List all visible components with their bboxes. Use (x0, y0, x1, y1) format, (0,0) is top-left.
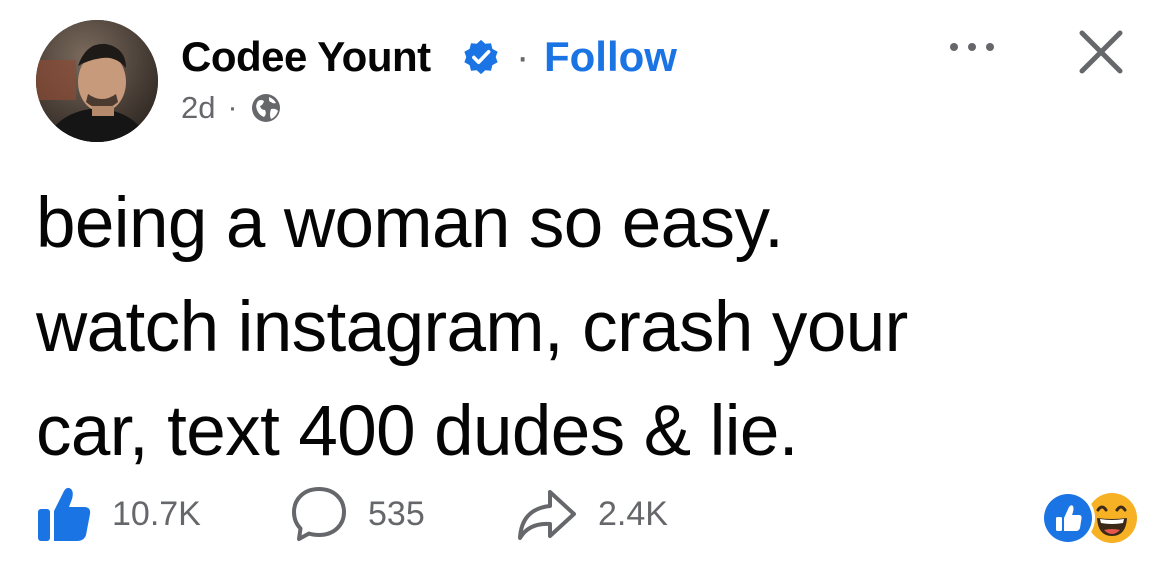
comments-count: 535 (368, 494, 425, 533)
post-text-line: watch instagram, crash your (36, 288, 908, 367)
avatar[interactable] (36, 20, 158, 142)
meta-separator: · (227, 91, 238, 124)
post-meta: 2d · (181, 88, 283, 128)
post-age[interactable]: 2d (181, 90, 215, 126)
comment-button[interactable]: 535 (290, 484, 425, 544)
like-reaction-icon (1041, 491, 1095, 545)
post-text-line: being a woman so easy. (36, 184, 784, 263)
share-button[interactable]: 2.4K (516, 484, 668, 544)
shares-count: 2.4K (598, 494, 668, 533)
verified-badge-icon (464, 39, 498, 75)
author-name[interactable]: Codee Yount (181, 33, 431, 81)
follow-button[interactable]: Follow (544, 33, 677, 81)
reaction-summary[interactable] (1040, 490, 1140, 546)
like-button[interactable]: 10.7K (36, 484, 201, 544)
avatar-photo (36, 20, 158, 142)
facebook-post: Codee Yount · Follow 2d · being a woman … (0, 0, 1170, 567)
likes-count: 10.7K (112, 494, 201, 533)
share-arrow-icon (518, 490, 576, 540)
comment-bubble-icon (292, 487, 346, 541)
thumbs-up-icon (38, 487, 91, 541)
globe-icon (252, 94, 281, 122)
close-icon[interactable] (1074, 25, 1128, 79)
more-options-icon[interactable] (944, 32, 1000, 62)
post-text-line: car, text 400 dudes & lie. (36, 392, 799, 471)
post-text: being a woman so easy. watch instagram, … (36, 172, 1136, 484)
name-separator: · (516, 35, 530, 79)
